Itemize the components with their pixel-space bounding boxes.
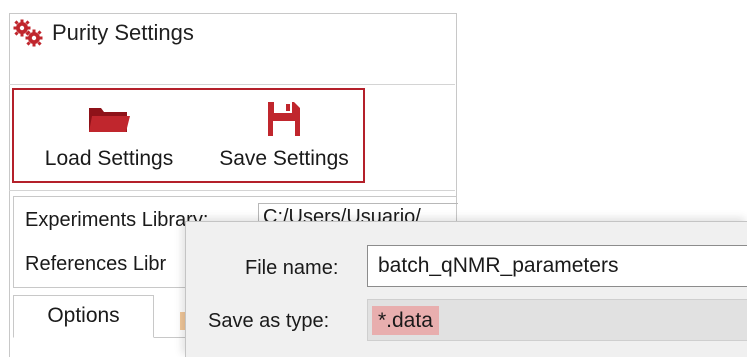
- save-file-dialog: File name: batch_qNMR_parameters Save as…: [185, 221, 747, 357]
- tab-options[interactable]: Options: [13, 295, 154, 338]
- toolbar-divider: [9, 84, 455, 85]
- save-as-type-select[interactable]: *.data: [367, 299, 747, 341]
- save-settings-button[interactable]: Save Settings: [210, 90, 358, 181]
- gears-icon: [13, 19, 43, 47]
- file-name-label: File name:: [245, 257, 339, 279]
- load-settings-label: Load Settings: [44, 147, 174, 170]
- floppy-disk-icon: [268, 102, 300, 136]
- references-library-label: References Libr: [25, 253, 167, 275]
- experiments-library-label: Experiments Library:: [25, 209, 209, 231]
- save-as-type-label: Save as type:: [208, 310, 330, 332]
- settings-toolbar-highlight: Load Settings Save Settings: [12, 88, 365, 183]
- window-title-bar: Purity Settings: [12, 18, 194, 48]
- save-as-type-value: *.data: [372, 306, 439, 335]
- panel-divider: [9, 190, 455, 191]
- save-settings-label: Save Settings: [219, 147, 349, 170]
- file-name-input[interactable]: batch_qNMR_parameters: [367, 245, 747, 287]
- load-settings-button[interactable]: Load Settings: [34, 90, 184, 181]
- folder-icon: [89, 108, 130, 132]
- window-title: Purity Settings: [52, 20, 194, 45]
